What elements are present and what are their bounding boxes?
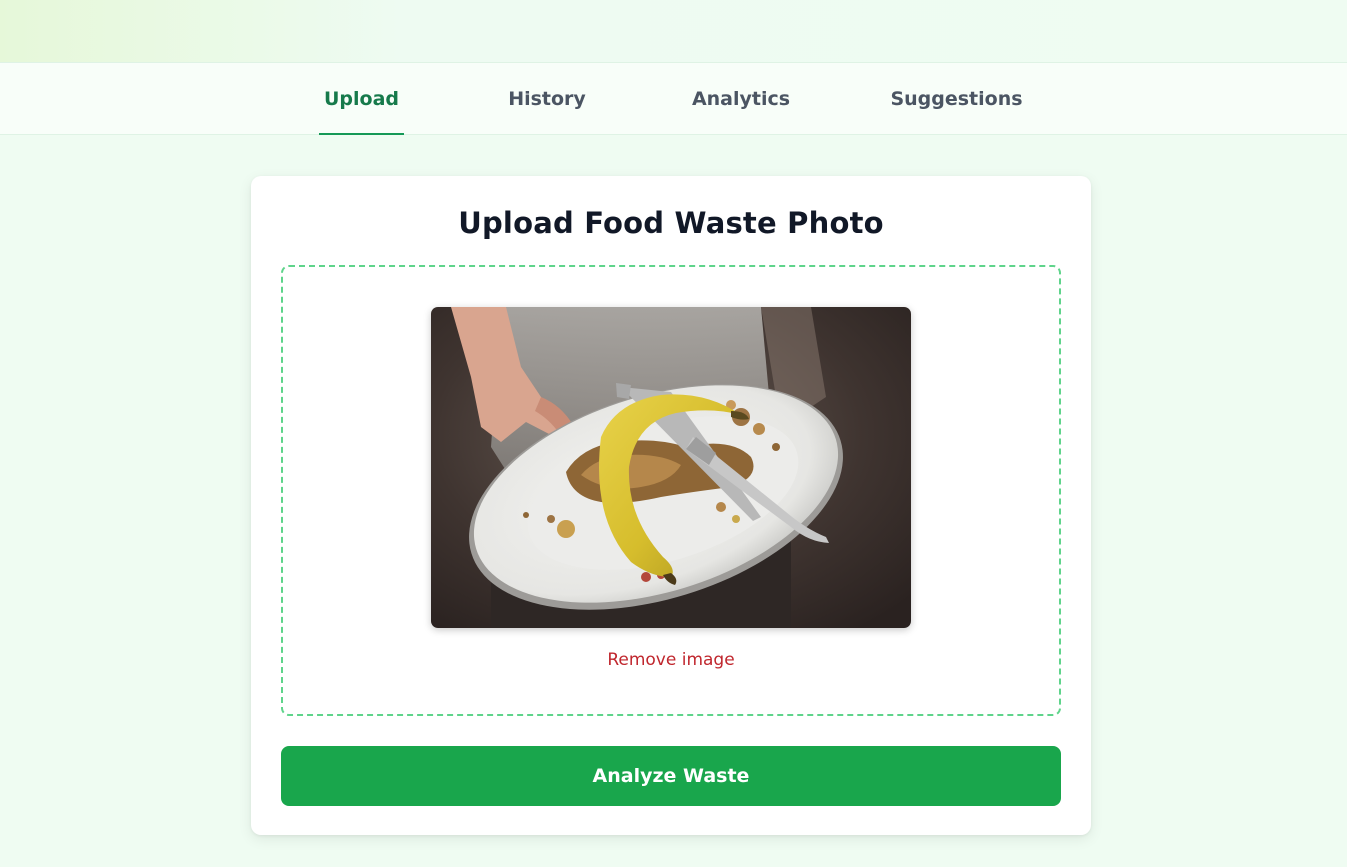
header-band [0, 0, 1347, 62]
tab-suggestions[interactable]: Suggestions [885, 63, 1028, 135]
remove-image-link[interactable]: Remove image [283, 650, 1059, 670]
uploaded-image-preview [431, 307, 911, 628]
tab-history[interactable]: History [498, 63, 596, 135]
tab-bar: Upload History Analytics Suggestions [0, 62, 1347, 135]
analyze-waste-button[interactable]: Analyze Waste [281, 746, 1061, 806]
upload-card: Upload Food Waste Photo Remove image Ana… [251, 176, 1091, 835]
upload-card-title: Upload Food Waste Photo [458, 206, 884, 240]
upload-dropzone[interactable]: Remove image [281, 265, 1061, 716]
tab-analytics[interactable]: Analytics [685, 63, 797, 135]
tab-upload[interactable]: Upload [319, 63, 404, 135]
